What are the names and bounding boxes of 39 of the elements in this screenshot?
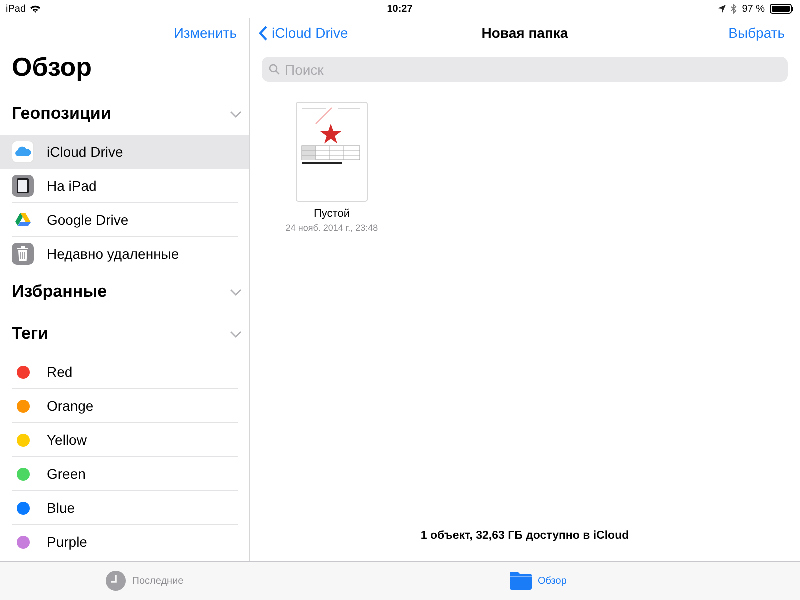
clock-time: 10:27 xyxy=(387,4,413,14)
sidebar-item[interactable]: Orange xyxy=(0,389,249,423)
cloud-icon xyxy=(12,141,34,163)
file-name: Пустой xyxy=(314,208,350,220)
chevron-left-icon xyxy=(259,26,268,40)
sidebar-title: Обзор xyxy=(11,51,93,84)
back-button[interactable]: iCloud Drive xyxy=(259,25,348,41)
file-date: 24 нояб. 2014 г., 23:48 xyxy=(286,223,378,233)
sidebar-item[interactable]: Blue xyxy=(0,491,249,525)
chevron-down-icon[interactable] xyxy=(230,110,242,118)
section-header: Избранные xyxy=(12,282,108,302)
battery-icon xyxy=(770,4,794,14)
bluetooth-icon xyxy=(731,4,738,14)
chevron-down-icon[interactable] xyxy=(230,330,242,338)
location-arrow-icon xyxy=(718,5,726,13)
sidebar-item[interactable]: Green xyxy=(0,457,249,491)
chevron-down-icon[interactable] xyxy=(230,288,242,296)
section-header: Теги xyxy=(12,324,49,344)
sidebar-item[interactable]: iCloud Drive xyxy=(0,135,249,169)
document-thumbnail-drawing[interactable] xyxy=(296,102,368,202)
search-field[interactable]: Поиск xyxy=(262,57,788,82)
device-name: iPad xyxy=(6,4,26,14)
select-button[interactable]: Выбрать xyxy=(728,25,785,41)
storage-summary: 1 объект, 32,63 ГБ доступно в iCloud xyxy=(420,530,630,542)
search-icon xyxy=(269,64,280,75)
section-header: Геопозиции xyxy=(12,104,112,124)
folder-title: Новая папка xyxy=(482,25,568,41)
sidebar-item[interactable]: Red xyxy=(0,355,249,389)
tab-bar-item[interactable]: Обзор xyxy=(290,562,800,600)
sidebar-item[interactable]: На iPad xyxy=(0,169,249,203)
tablet-icon xyxy=(12,175,34,197)
sidebar-item[interactable]: Purple xyxy=(0,525,249,559)
sidebar-item[interactable]: Google Drive xyxy=(0,203,249,237)
wifi-icon xyxy=(30,5,42,13)
trash-icon xyxy=(12,243,34,265)
sidebar-item[interactable]: Недавно удаленные xyxy=(0,237,249,271)
sidebar-item[interactable]: Yellow xyxy=(0,423,249,457)
battery-percent: 97 % xyxy=(742,4,765,14)
edit-button[interactable]: Изменить xyxy=(174,24,237,42)
